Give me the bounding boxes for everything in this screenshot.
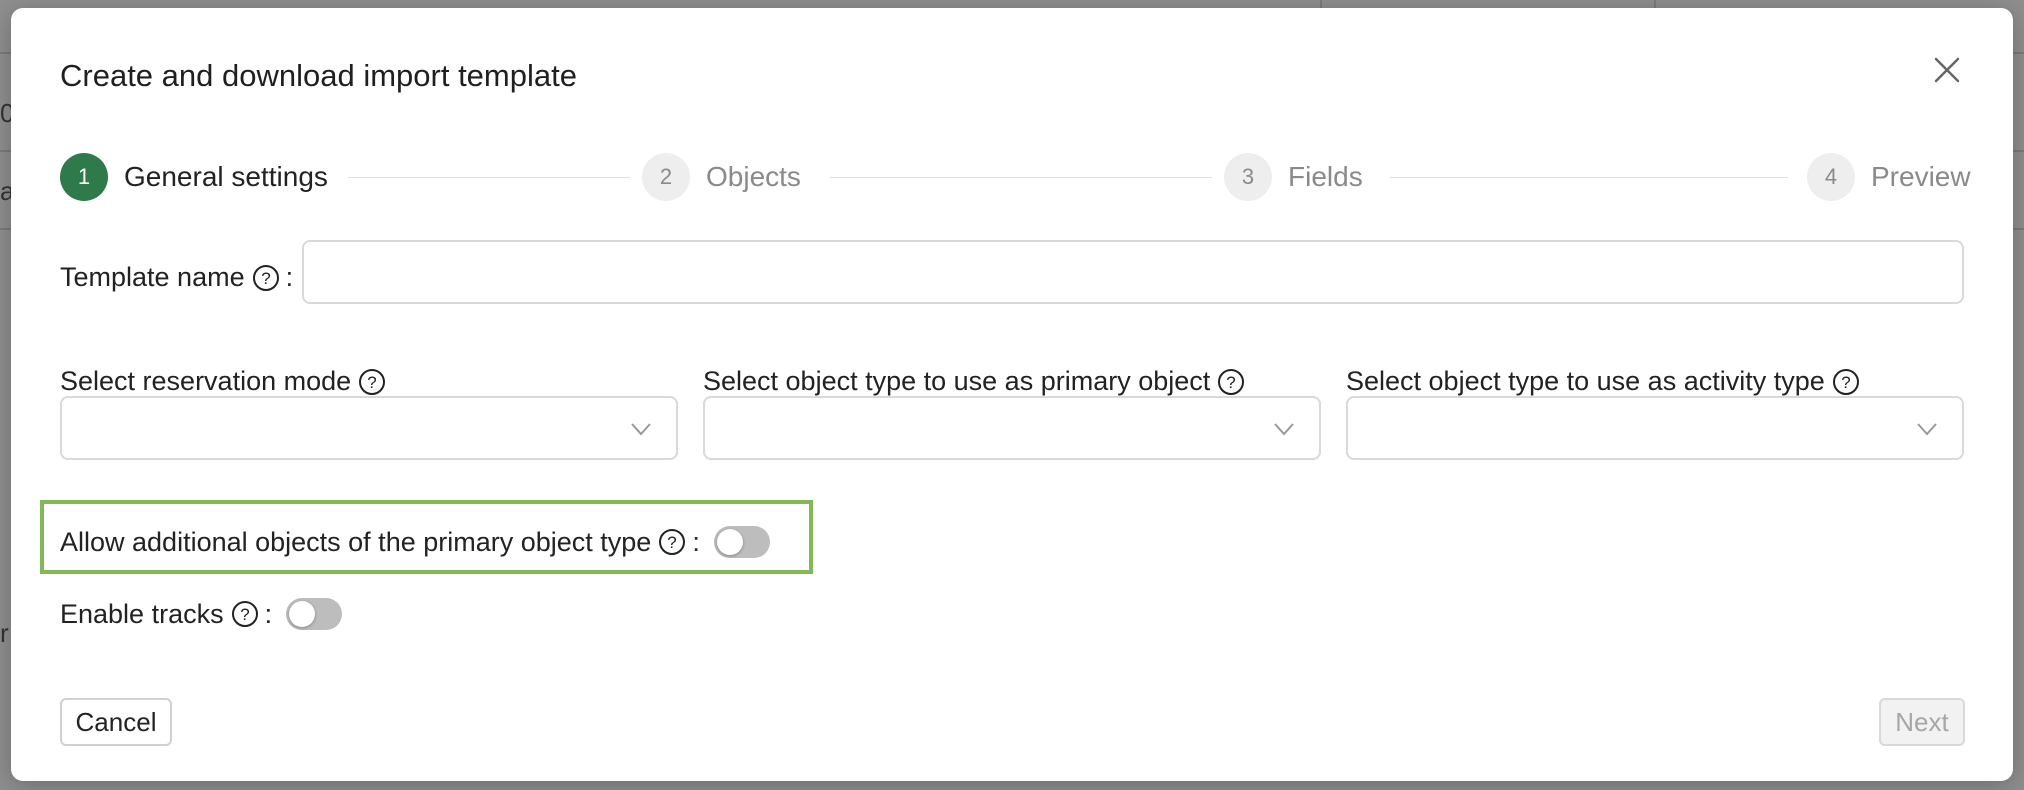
chevron-down-icon (1917, 423, 1937, 436)
svg-text:?: ? (261, 269, 270, 288)
step-general-settings[interactable]: 1 General settings (60, 153, 328, 201)
step-label: Objects (706, 161, 801, 192)
allow-additional-toggle[interactable] (713, 526, 770, 558)
question-circle-icon[interactable]: ? (231, 600, 259, 628)
svg-text:?: ? (1841, 373, 1850, 392)
step-connector (830, 177, 1212, 178)
step-number: 2 (642, 153, 690, 201)
question-circle-icon[interactable]: ? (1832, 368, 1860, 396)
svg-text:?: ? (240, 605, 249, 624)
svg-text:?: ? (668, 533, 677, 552)
template-name-label: Template name (60, 262, 245, 292)
step-preview[interactable]: 4 Preview (1807, 153, 1971, 201)
step-number: 4 (1807, 153, 1855, 201)
activity-type-select[interactable] (1346, 396, 1964, 460)
activity-type-label: Select object type to use as activity ty… (1346, 366, 1825, 396)
activity-type-label-row: Select object type to use as activity ty… (1346, 366, 1860, 397)
toggle-knob (716, 529, 743, 555)
close-button[interactable] (1931, 54, 1963, 86)
chevron-down-icon (1274, 423, 1294, 436)
reservation-mode-label-row: Select reservation mode ? (60, 366, 386, 397)
enable-tracks-label: Enable tracks (60, 598, 224, 629)
primary-object-label: Select object type to use as primary obj… (703, 366, 1211, 396)
close-icon (1934, 57, 1960, 83)
reservation-mode-select[interactable] (60, 396, 678, 460)
step-label: General settings (124, 161, 328, 192)
step-fields[interactable]: 3 Fields (1224, 153, 1363, 201)
chevron-down-icon (631, 423, 651, 436)
step-connector (1390, 177, 1788, 178)
question-circle-icon[interactable]: ? (1217, 368, 1245, 396)
import-template-modal: Create and download import template 1 Ge… (11, 8, 2013, 781)
reservation-mode-label: Select reservation mode (60, 366, 352, 396)
step-objects[interactable]: 2 Objects (642, 153, 801, 201)
allow-additional-row: Allow additional objects of the primary … (60, 526, 770, 558)
toggle-knob (289, 601, 316, 627)
allow-additional-label: Allow additional objects of the primary … (60, 526, 652, 557)
background-text: r (0, 618, 9, 648)
step-number: 3 (1224, 153, 1272, 201)
step-connector (348, 177, 630, 178)
question-circle-icon[interactable]: ? (658, 528, 686, 556)
step-label: Fields (1288, 161, 1363, 192)
svg-text:?: ? (367, 373, 376, 392)
step-number: 1 (60, 153, 108, 201)
enable-tracks-toggle[interactable] (286, 598, 343, 630)
enable-tracks-colon: : (264, 598, 273, 629)
modal-title: Create and download import template (60, 58, 577, 93)
stepper: 1 General settings 2 Objects 3 Fields 4 … (60, 153, 1971, 203)
step-label: Preview (1871, 161, 1971, 192)
template-name-input[interactable] (302, 240, 1964, 304)
template-name-colon: : (285, 262, 294, 292)
next-button[interactable]: Next (1879, 698, 1965, 746)
question-circle-icon[interactable]: ? (252, 264, 280, 292)
primary-object-label-row: Select object type to use as primary obj… (703, 366, 1245, 397)
allow-additional-colon: : (692, 526, 700, 557)
svg-text:?: ? (1227, 373, 1236, 392)
cancel-button[interactable]: Cancel (60, 698, 172, 746)
enable-tracks-row: Enable tracks ? : (60, 598, 343, 630)
question-circle-icon[interactable]: ? (358, 368, 386, 396)
primary-object-select[interactable] (703, 396, 1321, 460)
template-name-label-row: Template name ? : (60, 262, 293, 293)
